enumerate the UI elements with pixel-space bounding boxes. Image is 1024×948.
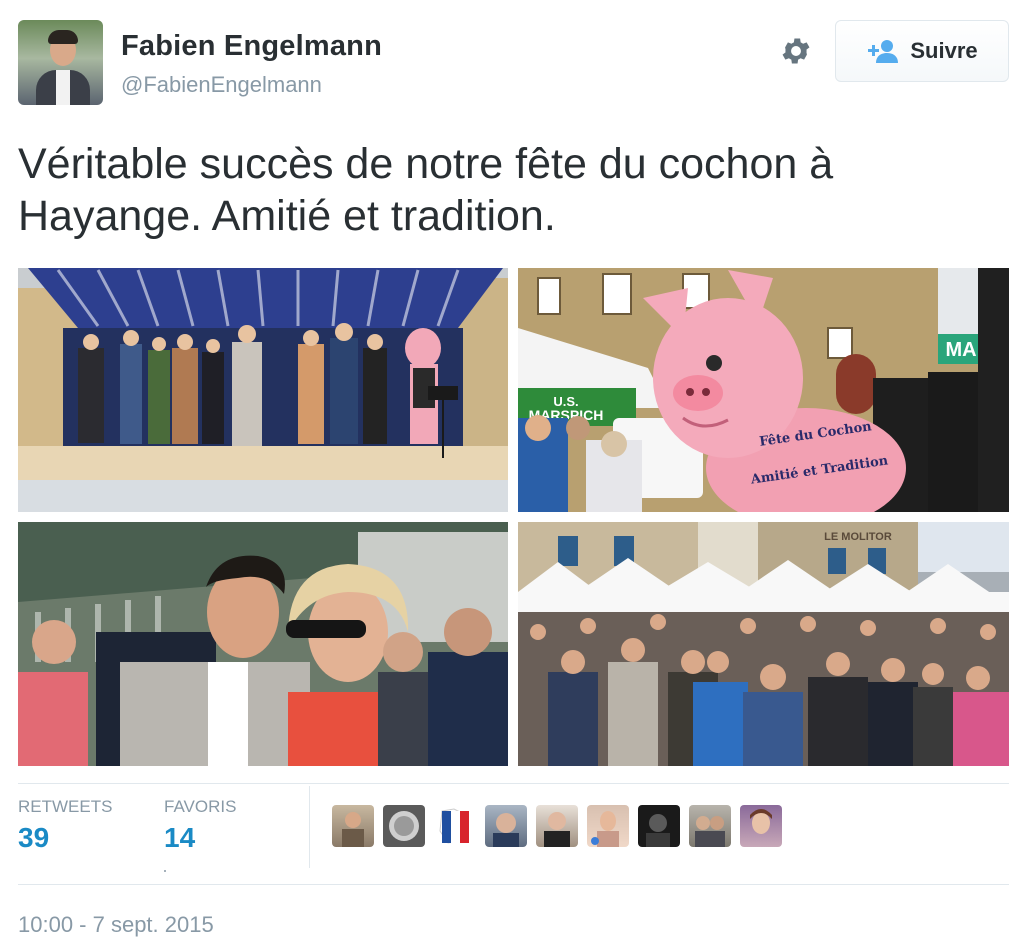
- favoriter-avatar[interactable]: [740, 805, 782, 847]
- favoriter-avatar[interactable]: [587, 805, 629, 847]
- favoriter-avatar[interactable]: [332, 805, 374, 847]
- tweet-timestamp[interactable]: 10:00 - 7 sept. 2015: [18, 912, 214, 938]
- stats-bottom-divider: [18, 884, 1009, 885]
- favoriter-avatar[interactable]: [689, 805, 731, 847]
- favoriter-avatar[interactable]: [383, 805, 425, 847]
- author-name[interactable]: Fabien Engelmann: [121, 30, 382, 63]
- stats-top-divider: [18, 783, 1009, 784]
- favoriter-avatar[interactable]: [434, 805, 476, 847]
- tweet-photo-couple[interactable]: [18, 522, 508, 766]
- retweets-count[interactable]: 39: [18, 822, 49, 854]
- favorites-count[interactable]: 14: [164, 822, 195, 854]
- tweet-photo-crowd[interactable]: LE MOLITOR: [518, 522, 1009, 766]
- retweets-label: RETWEETS: [18, 797, 113, 816]
- settings-button[interactable]: [778, 33, 814, 69]
- gear-icon: [782, 38, 810, 64]
- dot-marker: [164, 870, 166, 872]
- author-avatar[interactable]: [18, 20, 103, 105]
- favoriter-avatar[interactable]: [485, 805, 527, 847]
- add-user-icon: [868, 40, 899, 63]
- store-sign: MA: [945, 339, 976, 361]
- follow-button[interactable]: Suivre: [835, 20, 1009, 82]
- author-handle[interactable]: @FabienEngelmann: [121, 72, 322, 98]
- follow-button-label: Suivre: [910, 38, 978, 63]
- favoriter-avatar[interactable]: [638, 805, 680, 847]
- building-sign: LE MOLITOR: [824, 531, 892, 543]
- stats-separator: [309, 786, 310, 868]
- favorites-label: FAVORIS: [164, 797, 237, 816]
- tweet-photo-stage[interactable]: [18, 268, 508, 512]
- favoriter-avatar[interactable]: [536, 805, 578, 847]
- tweet-photo-pig[interactable]: U.S. MARSPICH 1939 MA Fête du Cochon Ami…: [518, 268, 1009, 512]
- tweet-text: Véritable succès de notre fête du cochon…: [18, 140, 834, 240]
